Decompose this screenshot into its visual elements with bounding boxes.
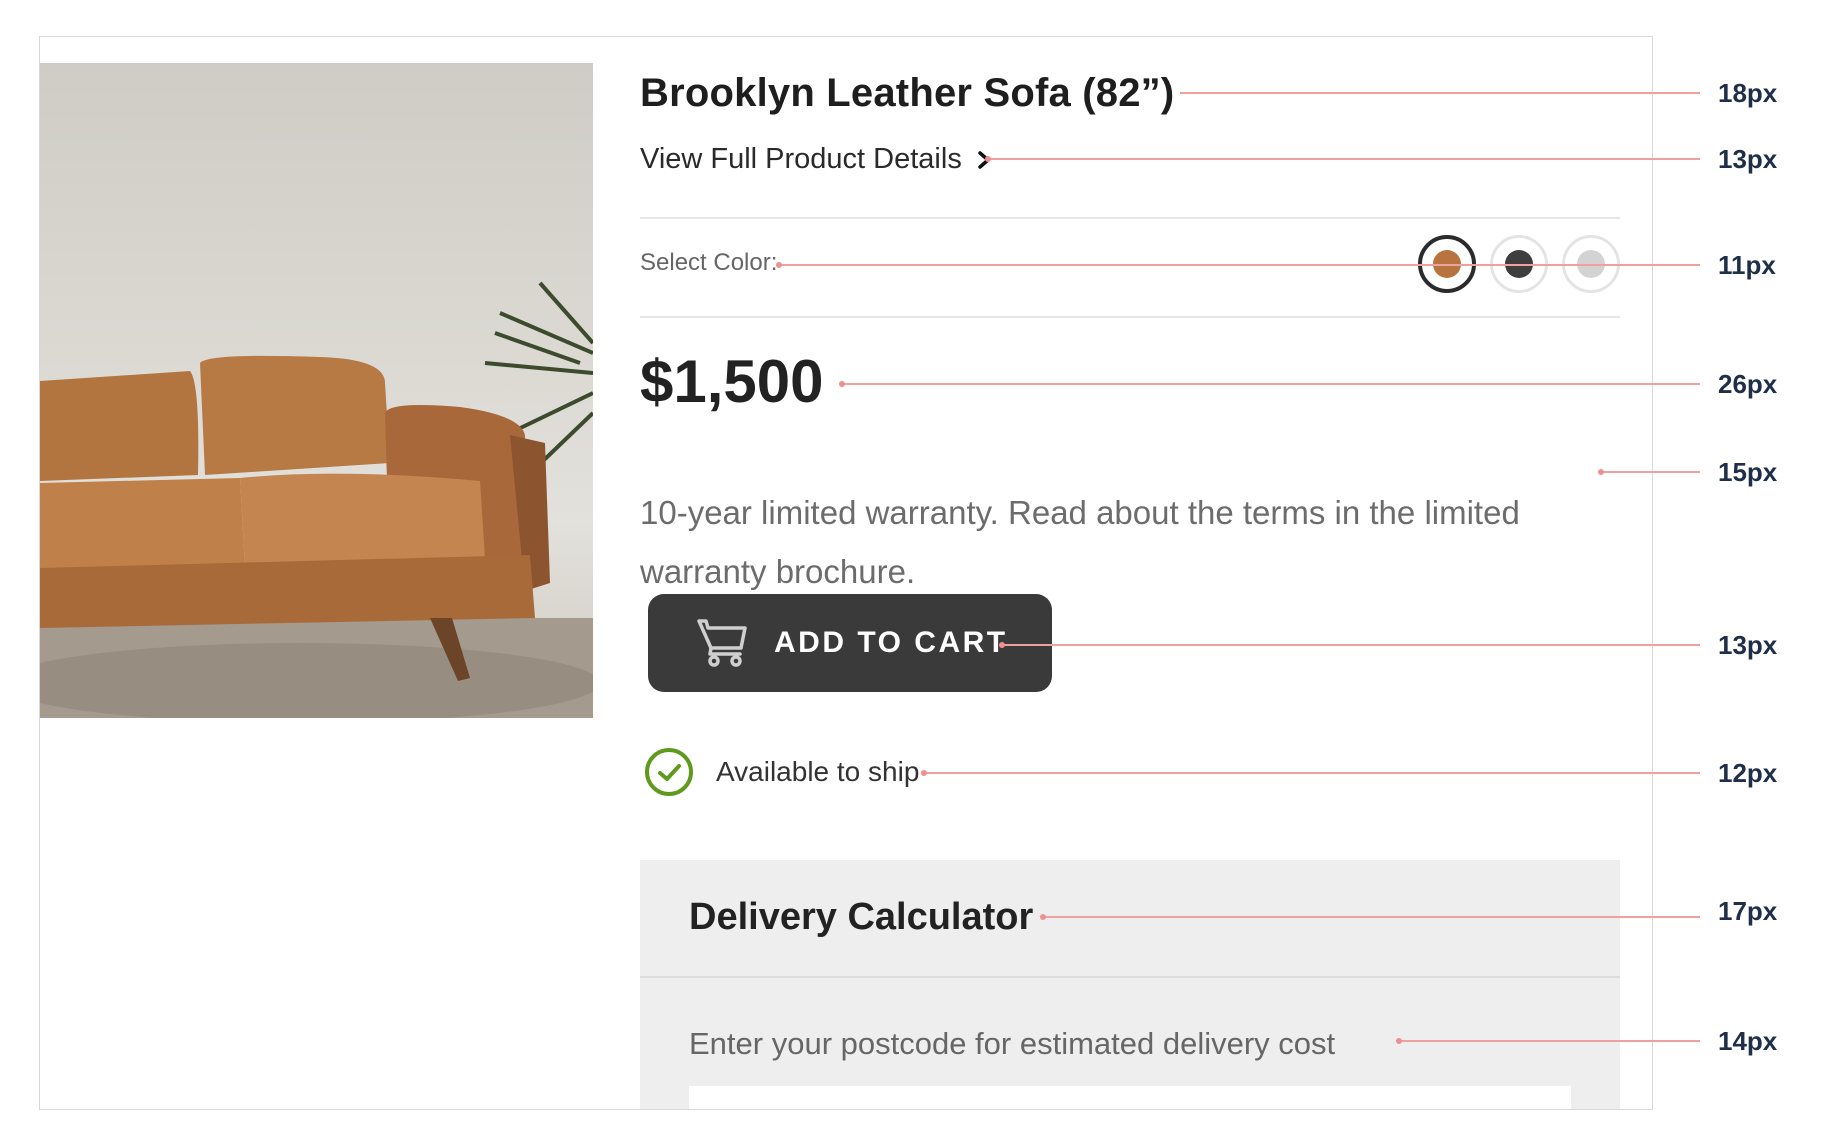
- annotation-button-size: 13px: [1718, 630, 1778, 660]
- product-price: $1,500: [640, 348, 824, 415]
- annotation-line: [1400, 1040, 1700, 1042]
- annotation-line: [1003, 644, 1700, 646]
- product-image: [40, 63, 593, 718]
- sofa-illustration: [40, 281, 593, 718]
- annotation-dot: [999, 642, 1005, 648]
- annotation-dot: [776, 262, 782, 268]
- color-label: Select Color:: [640, 249, 778, 276]
- annotation-delivery-title-size: 17px: [1718, 896, 1778, 926]
- product-card: Brooklyn Leather Sofa (82”) View Full Pr…: [39, 36, 1653, 1110]
- product-title: Brooklyn Leather Sofa (82”): [640, 71, 1175, 115]
- shopping-cart-icon: [697, 619, 747, 667]
- annotation-delivery-hint-size: 14px: [1718, 1026, 1778, 1056]
- divider: [640, 976, 1620, 978]
- availability-status: Available to ship: [644, 747, 919, 797]
- annotation-title-size: 18px: [1718, 78, 1778, 108]
- annotation-dot: [1396, 1038, 1402, 1044]
- view-details-label: View Full Product Details: [640, 143, 962, 175]
- annotation-ship-size: 12px: [1718, 758, 1778, 788]
- add-to-cart-button[interactable]: ADD TO CART: [648, 594, 1052, 692]
- divider: [640, 316, 1620, 318]
- divider: [640, 217, 1620, 219]
- annotation-dot: [985, 156, 991, 162]
- annotation-line: [1602, 471, 1700, 473]
- delivery-hint: Enter your postcode for estimated delive…: [689, 1026, 1336, 1061]
- annotation-color-label-size: 11px: [1718, 250, 1776, 280]
- annotation-line: [1044, 916, 1700, 918]
- annotation-line: [780, 264, 1700, 266]
- warranty-prefix: 10-year limited warranty. Read about the…: [640, 494, 1425, 531]
- annotation-price-size: 26px: [1718, 369, 1778, 399]
- view-details-link[interactable]: View Full Product Details: [640, 143, 994, 176]
- annotation-link-size: 13px: [1718, 144, 1778, 174]
- annotation-dot: [1040, 914, 1046, 920]
- annotation-warranty-size: 15px: [1718, 457, 1778, 487]
- annotation-line: [843, 383, 1700, 385]
- warranty-text: 10-year limited warranty. Read about the…: [640, 483, 1630, 601]
- delivery-calculator: Delivery Calculator Enter your postcode …: [640, 860, 1620, 1109]
- add-to-cart-label: ADD TO CART: [774, 626, 1008, 659]
- warranty-suffix: .: [905, 553, 916, 590]
- annotation-dot: [1598, 469, 1604, 475]
- check-circle-icon: [645, 748, 693, 796]
- delivery-title: Delivery Calculator: [689, 896, 1034, 938]
- annotation-line: [925, 772, 1700, 774]
- postcode-input[interactable]: [689, 1086, 1571, 1109]
- annotation-dot: [839, 381, 845, 387]
- annotation-dot: [921, 770, 927, 776]
- annotation-line: [990, 158, 1700, 160]
- annotation-line: [1180, 92, 1700, 94]
- availability-text: Available to ship: [716, 756, 920, 787]
